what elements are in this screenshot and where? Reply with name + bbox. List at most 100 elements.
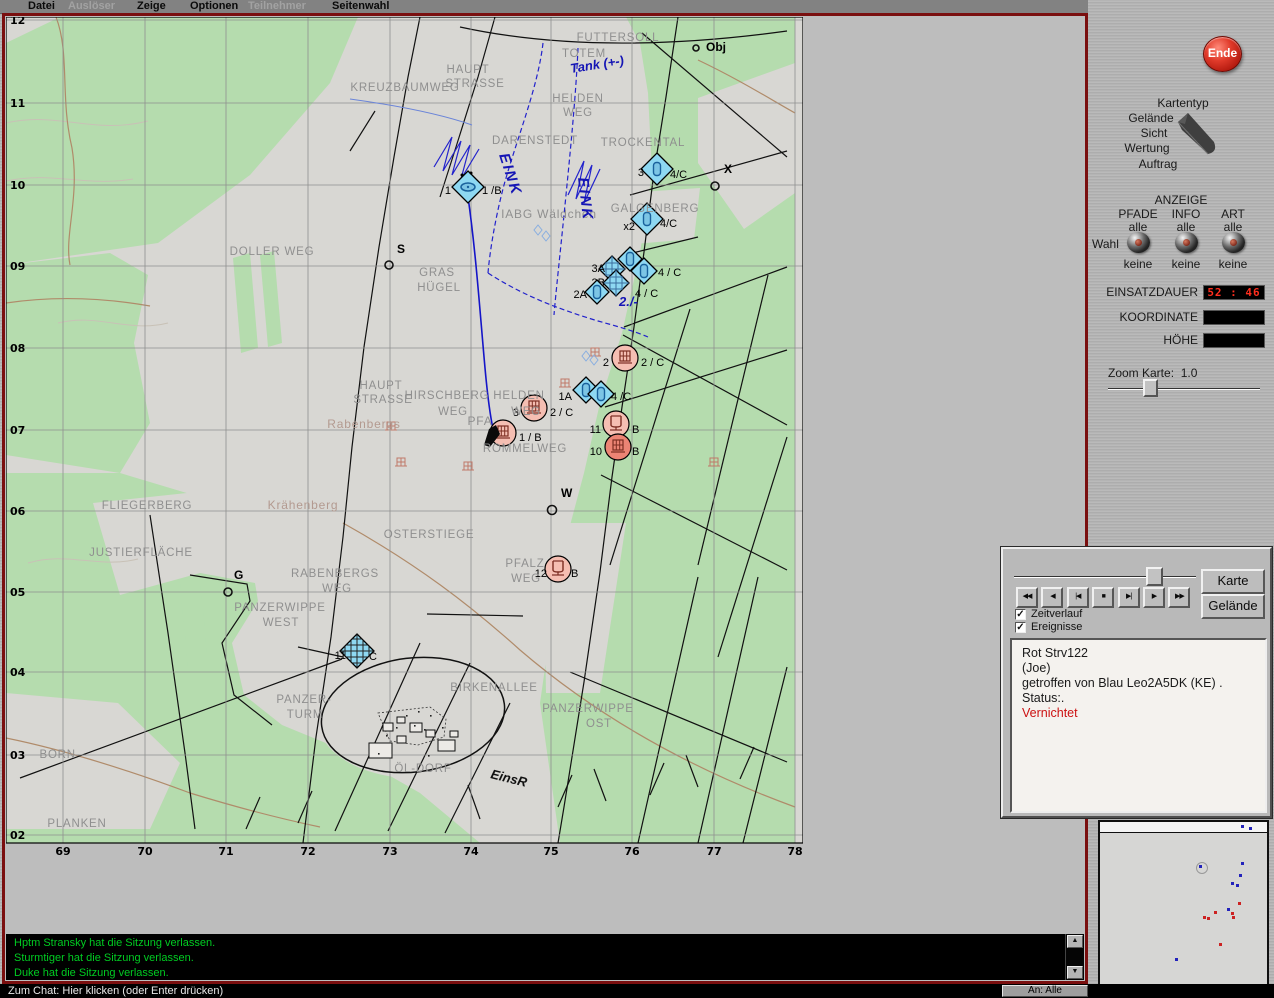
- place-label: HELDEN: [493, 390, 544, 402]
- zoom-karte-label: Zoom Karte: 1.0: [1108, 366, 1197, 380]
- menu-item-datei[interactable]: Datei: [28, 0, 55, 12]
- anzeige-knob-info[interactable]: [1175, 232, 1198, 253]
- anzeige-knob-art[interactable]: [1222, 232, 1245, 253]
- map-zoom-slider-track[interactable]: [1108, 388, 1260, 390]
- building-dot: [386, 735, 388, 737]
- menu-item-auslöser: Auslöser: [68, 0, 115, 12]
- fast-forward-button[interactable]: ▶▶: [1168, 587, 1190, 608]
- rewind-button[interactable]: ◀◀: [1016, 587, 1038, 608]
- place-label: OST: [586, 718, 612, 730]
- anzeige-knob-pfade[interactable]: [1127, 232, 1150, 253]
- building-dot: [424, 729, 426, 731]
- menu-item-seitenwahl[interactable]: Seitenwahl: [332, 0, 389, 12]
- scroll-down-icon[interactable]: ▼: [1067, 966, 1083, 979]
- einsatzdauer-label: EINSATZDAUER: [1088, 285, 1198, 299]
- place-label: WEG: [563, 107, 593, 119]
- building: [450, 731, 458, 737]
- place-label: PLANKEN: [47, 818, 106, 830]
- chat-recipient-button[interactable]: An: Alle: [1002, 985, 1088, 997]
- timeline-slider-handle[interactable]: [1146, 567, 1163, 586]
- menu-bar: Datei Auslöser Zeige Optionen Teilnehmer Seit…: [0, 0, 1274, 14]
- building-dot: [414, 725, 416, 727]
- map-zoom-slider-handle[interactable]: [1143, 379, 1158, 397]
- overview-unit-dot-red: [1203, 916, 1206, 919]
- event-log: Rot Strv122(Joe)getroffen von Blau Leo2A…: [1010, 638, 1267, 813]
- pink-square-symbol: [395, 458, 407, 466]
- menu-item-zeige[interactable]: Zeige: [137, 0, 166, 12]
- place-label: WEG: [511, 573, 541, 585]
- step-end-button[interactable]: ▶|: [1118, 587, 1140, 608]
- overview-unit-dot-red: [1231, 912, 1234, 915]
- building-dot: [396, 727, 398, 729]
- unit-label: 11: [590, 424, 601, 436]
- unit-label: 1A: [559, 391, 573, 403]
- karte-button[interactable]: Karte: [1201, 569, 1265, 594]
- stop-button[interactable]: ■: [1092, 587, 1114, 608]
- einsatzdauer-display: 52 : 46: [1203, 285, 1265, 300]
- building: [410, 723, 422, 732]
- pen-pointer-icon: [1173, 110, 1217, 156]
- place-label: HAUPT: [447, 64, 490, 76]
- building: [438, 740, 455, 751]
- grid-label-bottom: 75: [543, 845, 558, 858]
- overview-unit-dot-blue: [1227, 908, 1230, 911]
- overview-unit-dot-blue: [1241, 862, 1244, 865]
- place-label: Rabenbergs: [327, 417, 400, 431]
- place-label: Krähenberg: [268, 498, 339, 512]
- marker-label: W: [561, 486, 573, 500]
- unit-label: 1 /B: [482, 185, 502, 197]
- wahl-label: Wahl: [1092, 237, 1122, 251]
- play-button[interactable]: ▶: [1143, 587, 1165, 608]
- overview-unit-dot-red: [1238, 902, 1241, 905]
- step-start-button[interactable]: |◀: [1067, 587, 1089, 608]
- playback-panel: ◀◀◀|◀■▶|▶▶▶ Karte Gelände ✓Zeitverlauf✓E…: [1001, 547, 1272, 818]
- building-dot: [378, 753, 380, 755]
- grid-label-left: 07: [10, 424, 25, 437]
- event-line: getroffen von Blau Leo2A5DK (KE) .: [1022, 676, 1255, 691]
- overview-unit-dot-red: [1232, 916, 1235, 919]
- place-label: PFA: [467, 414, 492, 428]
- menu-item-teilnehmer: Teilnehmer: [248, 0, 306, 12]
- chat-scrollbar[interactable]: ▲ ▼: [1065, 934, 1084, 980]
- event-line: Vernichtet: [1022, 706, 1255, 721]
- checkbox-zeitverlauf[interactable]: ✓: [1015, 609, 1026, 620]
- ende-button[interactable]: Ende: [1203, 36, 1242, 72]
- place-label: KREUZBAUMWEG: [350, 82, 459, 94]
- grid-label-bottom: 72: [300, 845, 315, 858]
- grid-label-bottom: 74: [463, 845, 479, 858]
- place-label: HIRSCHBERG: [405, 390, 490, 402]
- koordinate-display: [1203, 310, 1265, 325]
- timeline-slider-track[interactable]: [1014, 576, 1196, 578]
- grid-label-left: 11: [10, 97, 25, 110]
- grid-label-bottom: 73: [382, 845, 397, 858]
- place-label: OSTERSTIEGE: [384, 529, 475, 541]
- checkbox-label-ereignisse: Ereignisse: [1031, 621, 1082, 633]
- overview-unit-dot-blue: [1231, 882, 1234, 885]
- place-label: BIRKENALLEE: [450, 682, 537, 694]
- menu-item-optionen[interactable]: Optionen: [190, 0, 238, 12]
- grid-label-left: 06: [10, 505, 26, 518]
- place-label: BORN-: [39, 749, 80, 761]
- unit-label: 1: [445, 185, 451, 197]
- unit-label: 4/C: [670, 169, 687, 181]
- chat-message: Duke hat die Sitzung verlassen.: [14, 967, 169, 979]
- tactical-map[interactable]: 22 / C32 / C1 / B11B10B12B11 /B34/Cx24/C…: [6, 17, 803, 863]
- overview-unit-dot-red: [1219, 943, 1222, 946]
- kartentyp-option-auftrag[interactable]: Auftrag: [1113, 157, 1203, 171]
- overview-map: [1098, 820, 1269, 990]
- forest-area: [6, 253, 150, 473]
- unit-label: 11: [335, 650, 346, 662]
- overview-unit-dot-blue: [1236, 884, 1239, 887]
- overview-unit-dot-red: [1214, 911, 1217, 914]
- checkbox-ereignisse[interactable]: ✓: [1015, 622, 1026, 633]
- anzeige-col-art: ART: [1198, 207, 1268, 221]
- anzeige-title: ANZEIGE: [1131, 193, 1231, 207]
- gelaende-button[interactable]: Gelände: [1201, 594, 1265, 619]
- scroll-up-icon[interactable]: ▲: [1067, 935, 1083, 948]
- unit-label: B: [571, 568, 578, 580]
- overview-unit-dot-blue: [1239, 874, 1242, 877]
- status-bar: Zum Chat: Hier klicken (oder Enter drück…: [0, 984, 1274, 998]
- play-reverse-button[interactable]: ◀: [1041, 587, 1063, 608]
- chat-prompt[interactable]: Zum Chat: Hier klicken (oder Enter drück…: [8, 985, 223, 997]
- anzeige-art-keine[interactable]: keine: [1198, 257, 1268, 271]
